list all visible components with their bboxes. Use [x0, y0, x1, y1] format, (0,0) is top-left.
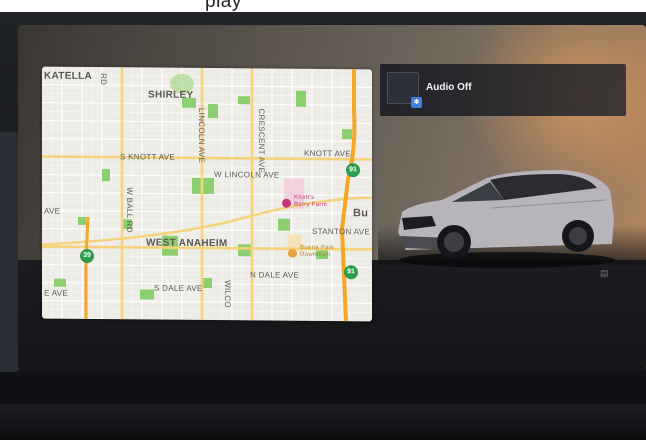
map-label-lincoln-vertical: LINCOLN AVE — [197, 107, 206, 164]
photo-caption-strip: play — [0, 0, 646, 12]
map-label-ave-bottom-left: E AVE — [44, 288, 69, 298]
map-label-shirley: SHIRLEY — [148, 89, 194, 101]
caption-text: play — [205, 0, 242, 12]
map-label-stanton: STANTON AVE — [312, 226, 370, 237]
map-label-katella: KATELLA — [44, 70, 93, 82]
map-label-wilcox: WILCO — [223, 280, 232, 308]
map-label-crescent: CRESCENT AVE — [257, 108, 266, 174]
map-label-n-dale: N DALE AVE — [250, 270, 300, 280]
route-39-shield-icon: 39 — [80, 248, 94, 264]
route-91-top-shield-icon: 91 — [346, 163, 360, 178]
navigation-map[interactable]: KATELLA SHIRLEY Bu WEST ANAHEIM S KNOTT … — [42, 66, 372, 322]
map-label-ave-left: AVE — [44, 206, 61, 216]
map-label-bu: Bu — [353, 207, 369, 220]
audio-status-card[interactable]: ✱ Audio Off — [380, 64, 626, 116]
map-label-w-lincoln: W LINCOLN AVE — [214, 170, 280, 180]
dashboard-bottom-trim — [0, 404, 646, 440]
knotts-pin-icon[interactable] — [282, 198, 291, 208]
map-label-west-anaheim: WEST ANAHEIM — [146, 237, 228, 250]
map-roads — [42, 66, 372, 322]
map-label-rd: RD — [99, 73, 108, 86]
bluetooth-icon: ✱ — [411, 97, 422, 108]
audio-status-label: Audio Off — [426, 82, 472, 93]
vehicle-image — [398, 170, 615, 268]
map-label-knott-ave-right: KNOTT AVE — [304, 148, 351, 159]
poi-label-knotts[interactable]: Knott's Berry Farm — [294, 195, 330, 209]
map-label-knott-ave-left: S KNOTT AVE — [120, 152, 176, 162]
screen-status-icon: ▤ — [600, 268, 609, 278]
poi-label-buena-park[interactable]: Buena Park Downtown — [300, 245, 344, 259]
map-label-s-dale: S DALE AVE — [154, 283, 203, 293]
route-91-bottom-shield-icon: 91 — [344, 265, 358, 280]
map-label-w-ball: W BALL RD — [125, 187, 134, 233]
buena-park-pin-icon[interactable] — [288, 248, 297, 258]
